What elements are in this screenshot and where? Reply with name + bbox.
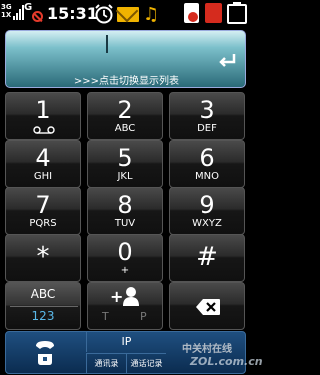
pause-t-label: T	[102, 310, 109, 323]
ip-dial-button[interactable]: IP	[86, 332, 166, 352]
key-1[interactable]: 1	[5, 92, 81, 140]
person-icon	[123, 287, 139, 306]
delete-button[interactable]	[169, 282, 245, 330]
key-9[interactable]: 9 WXYZ	[169, 187, 245, 235]
add-contact-button[interactable]: + T P	[87, 282, 163, 330]
sim-card-icon	[184, 3, 199, 23]
clock: 15:31	[47, 4, 98, 23]
bottom-toolbar: IP 通讯录 通话记录 中关村在线 ZOL.com.cn	[5, 331, 263, 374]
no-data-icon	[32, 11, 43, 22]
key-hash[interactable]: #	[169, 234, 245, 282]
signal-strength-icon	[13, 3, 24, 20]
key-2[interactable]: 2 ABC	[87, 92, 163, 140]
key-4[interactable]: 4 GHI	[5, 140, 81, 188]
dial-button[interactable]	[6, 332, 84, 373]
music-note-icon[interactable]: ♫	[143, 4, 159, 25]
key-star[interactable]: *	[5, 234, 81, 282]
key-7[interactable]: 7 PQRS	[5, 187, 81, 235]
key-5[interactable]: 5 JKL	[87, 140, 163, 188]
input-mode-toggle[interactable]: ABC 123	[5, 282, 81, 330]
voicemail-icon	[33, 126, 55, 134]
backspace-icon	[196, 299, 220, 315]
phone-handset-icon	[36, 341, 54, 365]
message-icon[interactable]	[117, 7, 139, 22]
handwriting-icon[interactable]	[205, 3, 222, 23]
network-type: 3G 1X	[1, 3, 12, 19]
tab-contacts[interactable]: 通讯录	[86, 353, 126, 373]
alarm-clock-icon	[95, 4, 113, 24]
text-cursor	[106, 35, 108, 53]
mode-abc-label: ABC	[30, 287, 56, 301]
battery-icon	[227, 2, 247, 24]
key-8[interactable]: 8 TUV	[87, 187, 163, 235]
key-3[interactable]: 3 DEF	[169, 92, 245, 140]
key-0[interactable]: 0 +	[87, 234, 163, 282]
toggle-list-hint[interactable]: >>>点击切换显示列表	[6, 72, 247, 87]
tab-call-history[interactable]: 通话记录	[126, 353, 166, 373]
pause-p-label: P	[140, 310, 147, 323]
zol-watermark: 中关村在线 ZOL.com.cn	[182, 344, 263, 368]
return-arrow-icon[interactable]	[217, 50, 237, 70]
mode-123-label: 123	[31, 309, 55, 323]
number-display[interactable]: >>>点击切换显示列表	[5, 30, 246, 88]
key-6[interactable]: 6 MNO	[169, 140, 245, 188]
status-bar: 3G 1X G 15:31 ♫	[0, 0, 250, 27]
gprs-label: G	[24, 2, 33, 13]
